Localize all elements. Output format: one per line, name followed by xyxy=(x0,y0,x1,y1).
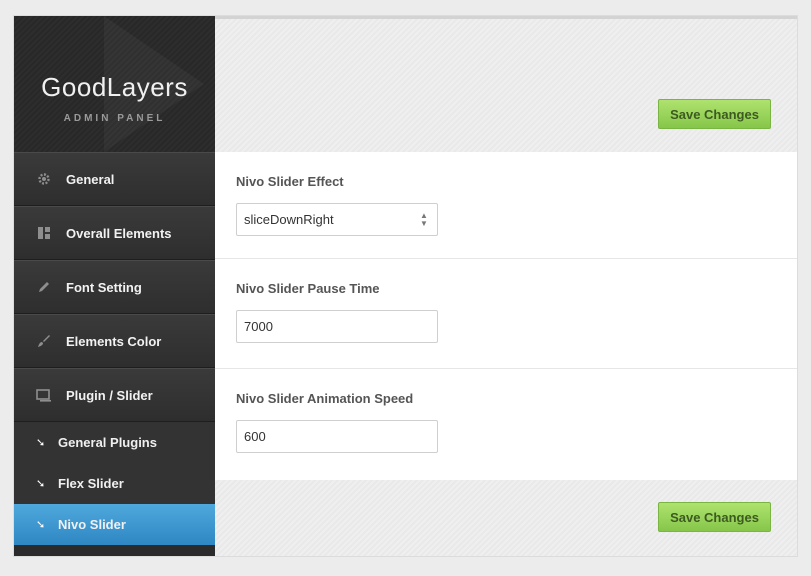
input-value: 7000 xyxy=(244,319,273,334)
brush-icon xyxy=(34,334,54,348)
sidebar-item-label: General xyxy=(66,171,115,187)
updown-arrows-icon: ▲ ▼ xyxy=(420,211,428,228)
select-value: sliceDownRight xyxy=(244,212,334,227)
slider-icon xyxy=(34,388,54,402)
sidebar: GoodLayers ADMIN PANEL General Overall E… xyxy=(14,16,215,556)
sidebar-subitem-nivo-slider[interactable]: ➘ Nivo Slider xyxy=(14,504,215,545)
sidebar-subitem-general-plugins[interactable]: ➘ General Plugins xyxy=(14,422,215,463)
nivo-animation-speed-input[interactable]: 600 xyxy=(236,420,438,453)
field-label: Nivo Slider Pause Time xyxy=(236,281,380,296)
input-value: 600 xyxy=(244,429,266,444)
sidebar-item-general[interactable]: General xyxy=(14,152,215,206)
settings-panel: Nivo Slider Effect sliceDownRight ▲ ▼ Niv… xyxy=(215,152,797,480)
arrow-down-right-icon: ➘ xyxy=(36,437,46,449)
brand-header: GoodLayers ADMIN PANEL xyxy=(14,16,215,152)
sidebar-item-font-setting[interactable]: Font Setting xyxy=(14,260,215,314)
sidebar-item-label: Plugin / Slider xyxy=(66,387,153,403)
save-changes-button-bottom[interactable]: Save Changes xyxy=(658,502,771,532)
field-label: Nivo Slider Effect xyxy=(236,174,344,189)
arrow-down-right-icon: ➘ xyxy=(36,519,46,531)
gear-icon xyxy=(34,172,54,186)
sidebar-item-plugin-slider[interactable]: Plugin / Slider xyxy=(14,368,215,422)
field-nivo-animation-speed: Nivo Slider Animation Speed 600 xyxy=(215,369,797,480)
pen-icon xyxy=(34,280,54,294)
nivo-effect-select[interactable]: sliceDownRight ▲ ▼ xyxy=(236,203,438,236)
field-label: Nivo Slider Animation Speed xyxy=(236,391,414,406)
save-changes-button-top[interactable]: Save Changes xyxy=(658,99,771,129)
sidebar-subitem-label: General Plugins xyxy=(58,435,157,450)
sidebar-subitem-label: Flex Slider xyxy=(58,476,124,491)
sidebar-item-label: Font Setting xyxy=(66,279,142,295)
sidebar-subitem-flex-slider[interactable]: ➘ Flex Slider xyxy=(14,463,215,504)
field-nivo-effect: Nivo Slider Effect sliceDownRight ▲ ▼ xyxy=(215,152,797,259)
layout-icon xyxy=(34,226,54,240)
sidebar-submenu: ➘ General Plugins ➘ Flex Slider ➘ Nivo S… xyxy=(14,422,215,545)
admin-frame: GoodLayers ADMIN PANEL General Overall E… xyxy=(14,16,797,556)
top-action-bar: Save Changes xyxy=(215,19,797,152)
brand-subtitle: ADMIN PANEL xyxy=(63,113,166,124)
nivo-pause-time-input[interactable]: 7000 xyxy=(236,310,438,343)
sidebar-item-label: Overall Elements xyxy=(66,225,172,241)
brand-title: GoodLayers xyxy=(41,72,188,102)
field-nivo-pause-time: Nivo Slider Pause Time 7000 xyxy=(215,259,797,369)
arrow-down-right-icon: ➘ xyxy=(36,478,46,490)
sidebar-subitem-label: Nivo Slider xyxy=(58,517,126,532)
sidebar-item-overall-elements[interactable]: Overall Elements xyxy=(14,206,215,260)
sidebar-item-elements-color[interactable]: Elements Color xyxy=(14,314,215,368)
sidebar-item-label: Elements Color xyxy=(66,333,162,349)
